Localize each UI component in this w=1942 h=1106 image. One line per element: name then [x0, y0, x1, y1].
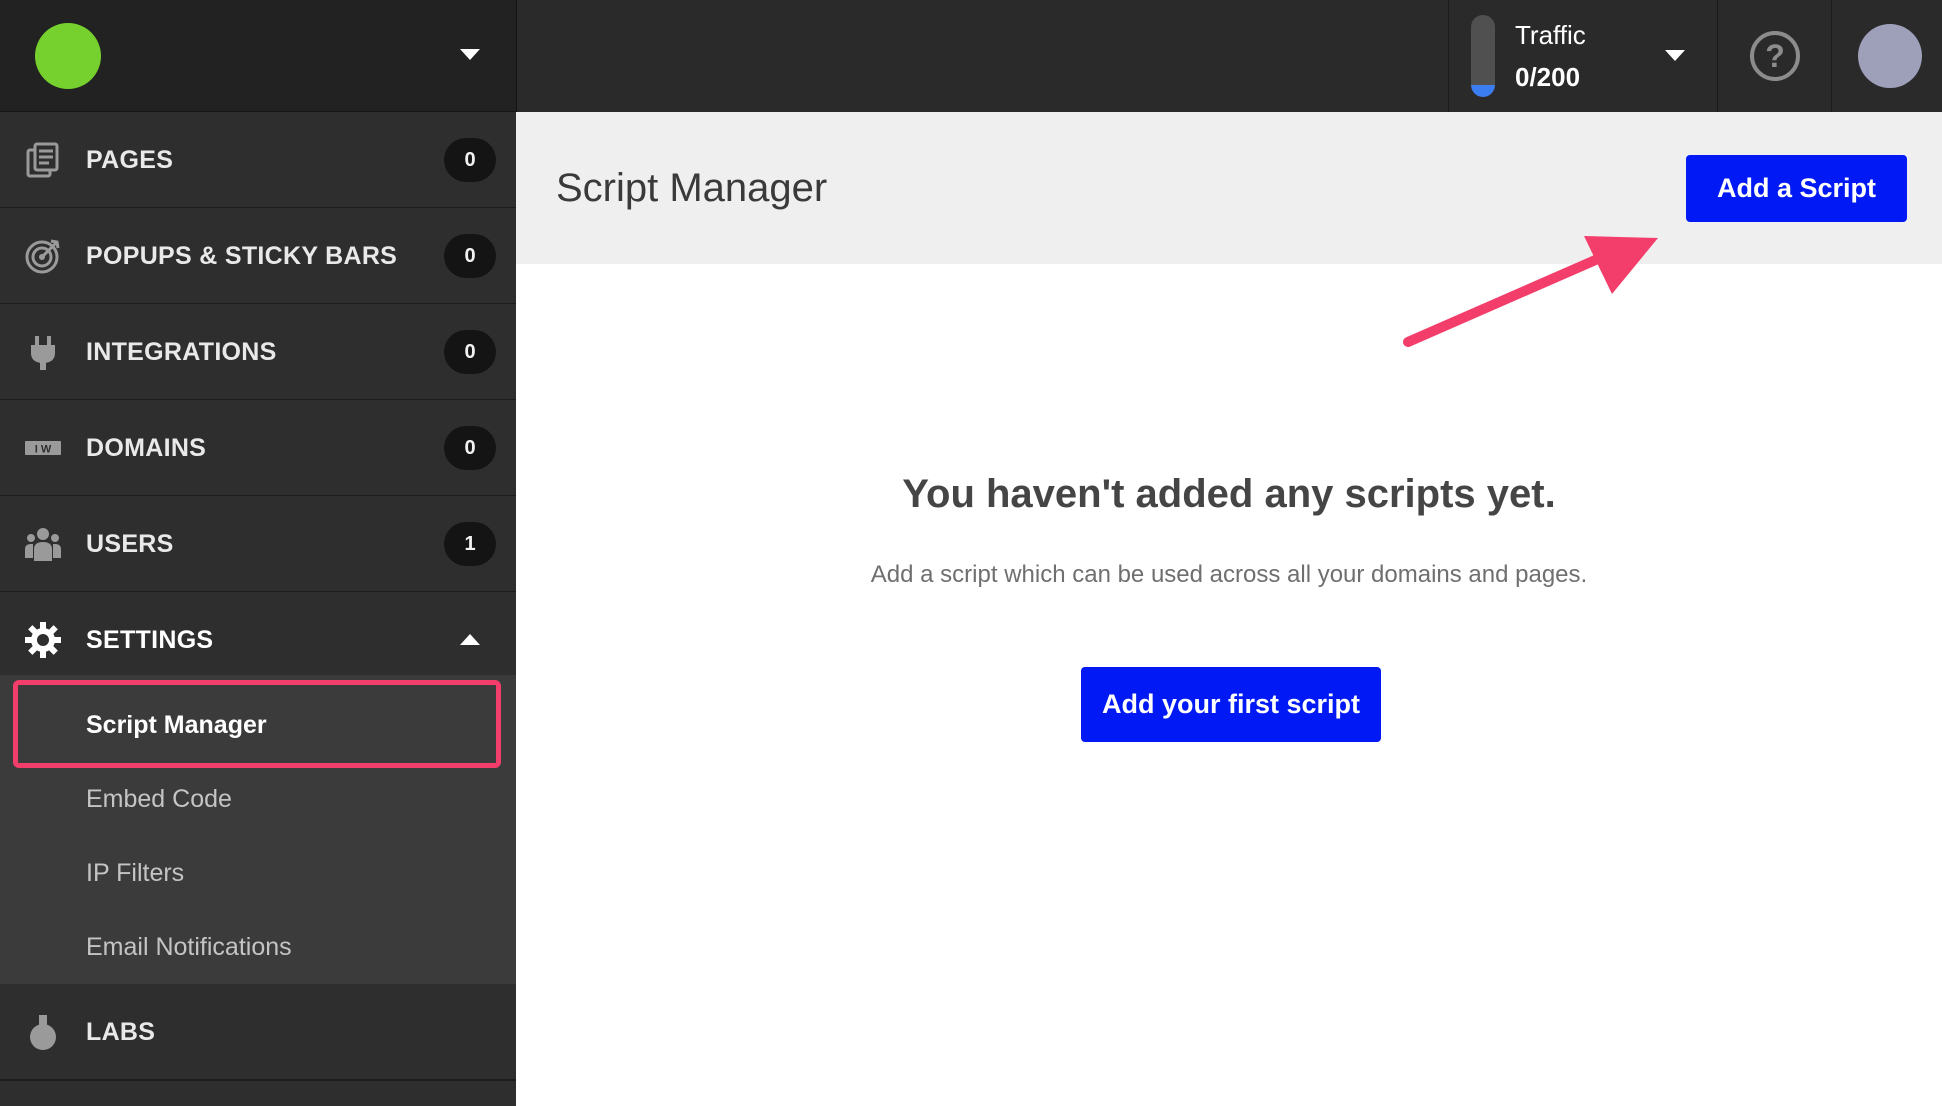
traffic-gauge	[1471, 15, 1495, 97]
submenu-item-email-notifications[interactable]: Email Notifications	[86, 933, 292, 962]
chevron-down-icon[interactable]	[460, 49, 480, 60]
chevron-down-icon[interactable]	[1665, 50, 1685, 61]
submenu-item-ip-filters[interactable]: IP Filters	[86, 859, 184, 888]
chevron-up-icon[interactable]	[460, 634, 480, 645]
sidebar-item-label: INTEGRATIONS	[86, 338, 277, 366]
count-badge: 0	[444, 234, 496, 278]
empty-state-text: Add a script which can be used across al…	[870, 561, 1588, 588]
submenu-item-embed-code[interactable]: Embed Code	[86, 785, 232, 814]
sidebar-item-label: LABS	[86, 1018, 156, 1046]
sidebar-item-settings[interactable]: SETTINGS	[0, 592, 516, 675]
sidebar-item-label: DOMAINS	[86, 434, 207, 462]
page-title: Script Manager	[556, 166, 828, 210]
page-header: Script Manager Add a Script	[516, 112, 1942, 264]
workspace-logo	[35, 23, 101, 89]
annotation-arrow	[1403, 236, 1658, 347]
count-badge: 0	[444, 426, 496, 470]
avatar[interactable]	[1858, 24, 1922, 88]
traffic-title: Traffic	[1515, 20, 1586, 50]
pages-icon	[24, 141, 62, 179]
traffic-gauge-fill	[1471, 85, 1495, 97]
users-icon	[24, 525, 62, 563]
traffic-value: 0/200	[1515, 62, 1581, 92]
sidebar-item-pages[interactable]: PAGES 0	[0, 112, 516, 208]
svg-text:I W: I W	[35, 444, 52, 456]
sidebar-footer	[0, 1080, 516, 1106]
empty-state-title: You haven't added any scripts yet.	[902, 472, 1556, 516]
sidebar-item-label: PAGES	[86, 146, 174, 174]
add-script-button[interactable]: Add a Script	[1686, 155, 1907, 222]
target-icon	[24, 237, 62, 275]
traffic-meter[interactable]: Traffic 0/200	[1448, 0, 1718, 112]
sidebar: PAGES 0 POPUPS & STICKY BARS 0 INTEGRATI…	[0, 0, 516, 1106]
sidebar-item-label: SETTINGS	[86, 626, 214, 654]
plug-icon	[24, 333, 62, 371]
help-icon: ?	[1750, 31, 1800, 81]
help-button[interactable]: ?	[1718, 0, 1832, 112]
sidebar-item-users[interactable]: USERS 1	[0, 496, 516, 592]
sidebar-item-domains[interactable]: I W DOMAINS 0	[0, 400, 516, 496]
sidebar-item-popups[interactable]: POPUPS & STICKY BARS 0	[0, 208, 516, 304]
count-badge: 0	[444, 138, 496, 182]
count-badge: 1	[444, 522, 496, 566]
add-first-script-button[interactable]: Add your first script	[1081, 667, 1381, 742]
sidebar-item-label: USERS	[86, 530, 174, 558]
count-badge: 0	[444, 330, 496, 374]
domain-icon: I W	[24, 429, 62, 467]
sidebar-item-label: POPUPS & STICKY BARS	[86, 242, 398, 270]
flask-icon	[24, 1013, 62, 1051]
workspace-switcher[interactable]	[0, 0, 516, 112]
gear-icon	[24, 621, 62, 659]
sidebar-item-labs[interactable]: LABS	[0, 984, 516, 1080]
annotation-highlight	[13, 680, 501, 768]
sidebar-item-integrations[interactable]: INTEGRATIONS 0	[0, 304, 516, 400]
